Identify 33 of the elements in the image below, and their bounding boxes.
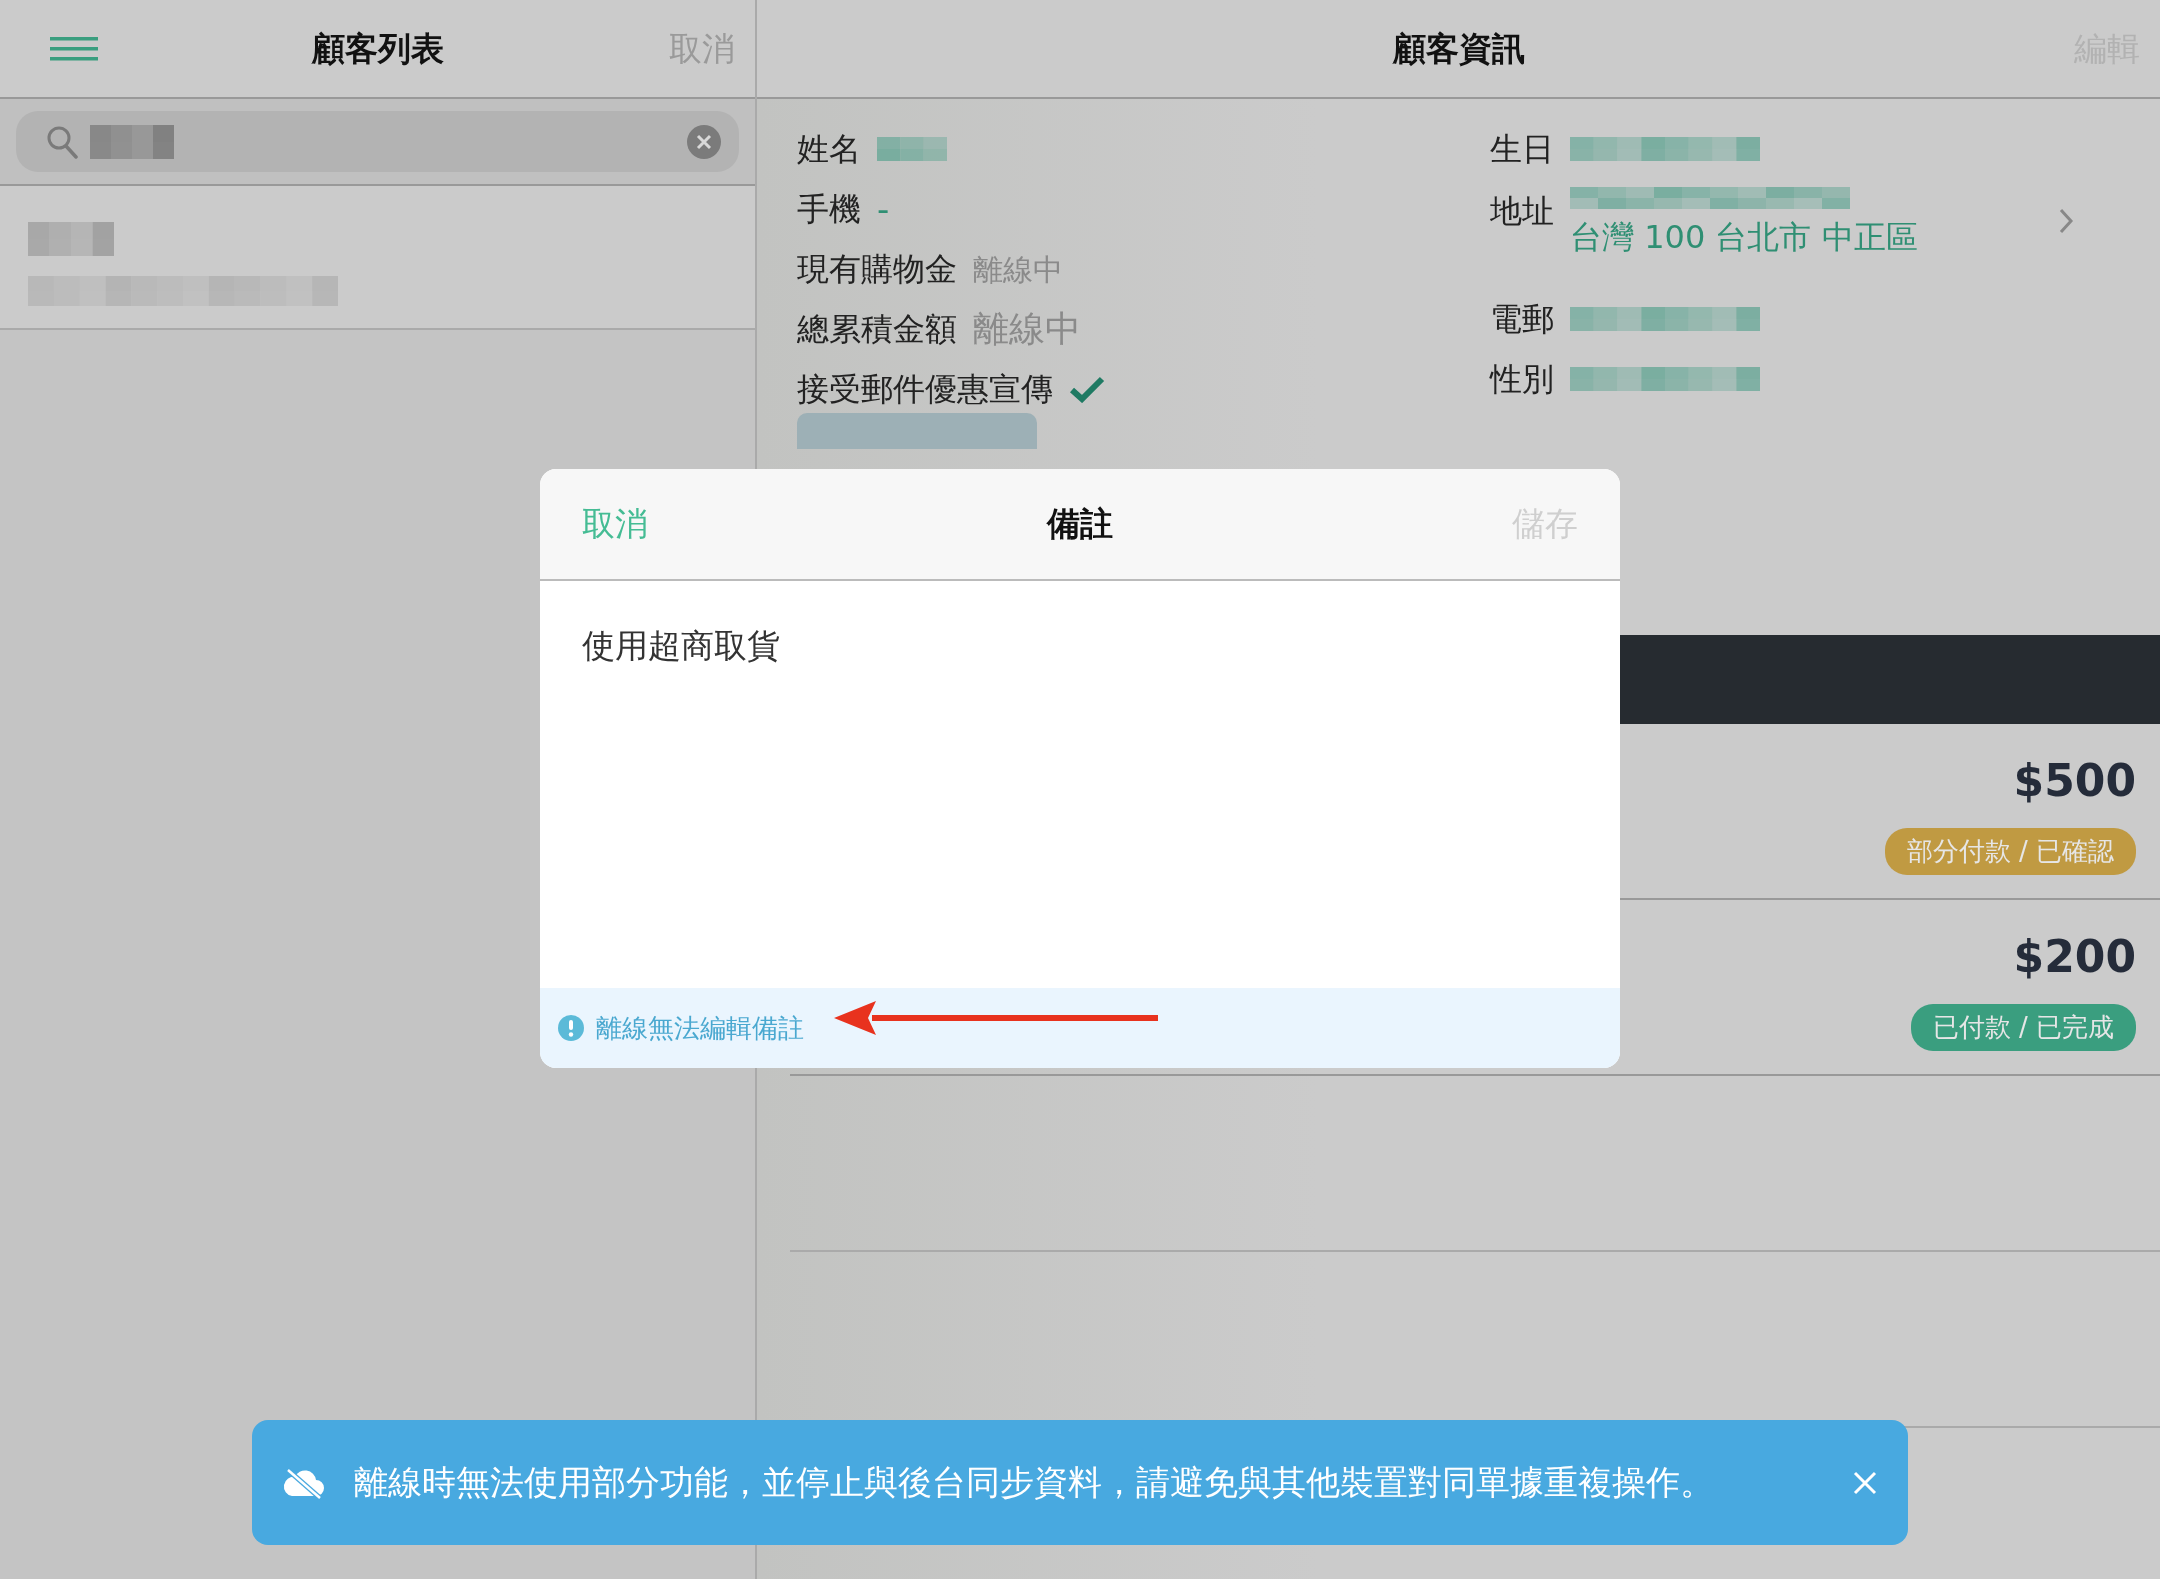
status-label: 已付款 / 已完成 (1910, 1003, 2136, 1051)
field-label: 手機 (797, 189, 861, 230)
menu-icon[interactable] (50, 36, 98, 61)
pixelated-text (877, 137, 947, 161)
field-label: 現有購物金 (797, 249, 957, 290)
field-label: 姓名 (797, 129, 861, 170)
cancel-button[interactable]: 取消 (582, 499, 648, 549)
search-icon (46, 124, 78, 159)
order-amount: $500 (2013, 753, 2136, 808)
field-value: 離線中 (973, 307, 1081, 351)
field-value: - (877, 192, 890, 226)
field-label: 地址 (1490, 191, 1554, 232)
chevron-right-icon[interactable] (2058, 207, 2074, 235)
close-button[interactable] (1852, 1469, 1878, 1496)
field-label: 性別 (1490, 359, 1554, 400)
field-label: 總累積金額 (797, 309, 957, 350)
panel-title: 顧客資訊 (1392, 27, 1525, 70)
warning-text: 離線無法編輯備註 (596, 1011, 804, 1045)
clear-icon[interactable] (687, 124, 721, 159)
banner-message: 離線時無法使用部分功能，並停止與後台同步資料，請避免與其他裝置對同單據重複操作。 (354, 1461, 1714, 1504)
field-value: 離線中 (973, 250, 1063, 289)
field-label: 生日 (1490, 129, 1554, 170)
field-label: 電郵 (1490, 299, 1554, 340)
order-amount: $200 (2013, 929, 2136, 984)
dialog-title: 備註 (1047, 503, 1113, 546)
field-label: 接受郵件優惠宣傳 (797, 369, 1053, 410)
panel-title: 顧客列表 (311, 27, 444, 70)
address-text: 台灣 100 台北市 中正區 (1570, 217, 1918, 258)
customer-list-item[interactable] (0, 186, 755, 330)
status-label: 部分付款 / 已確認 (1884, 827, 2136, 875)
warning-icon (558, 1015, 584, 1041)
search-field[interactable] (16, 111, 739, 172)
note-text: 使用超商取貨 (582, 625, 781, 667)
